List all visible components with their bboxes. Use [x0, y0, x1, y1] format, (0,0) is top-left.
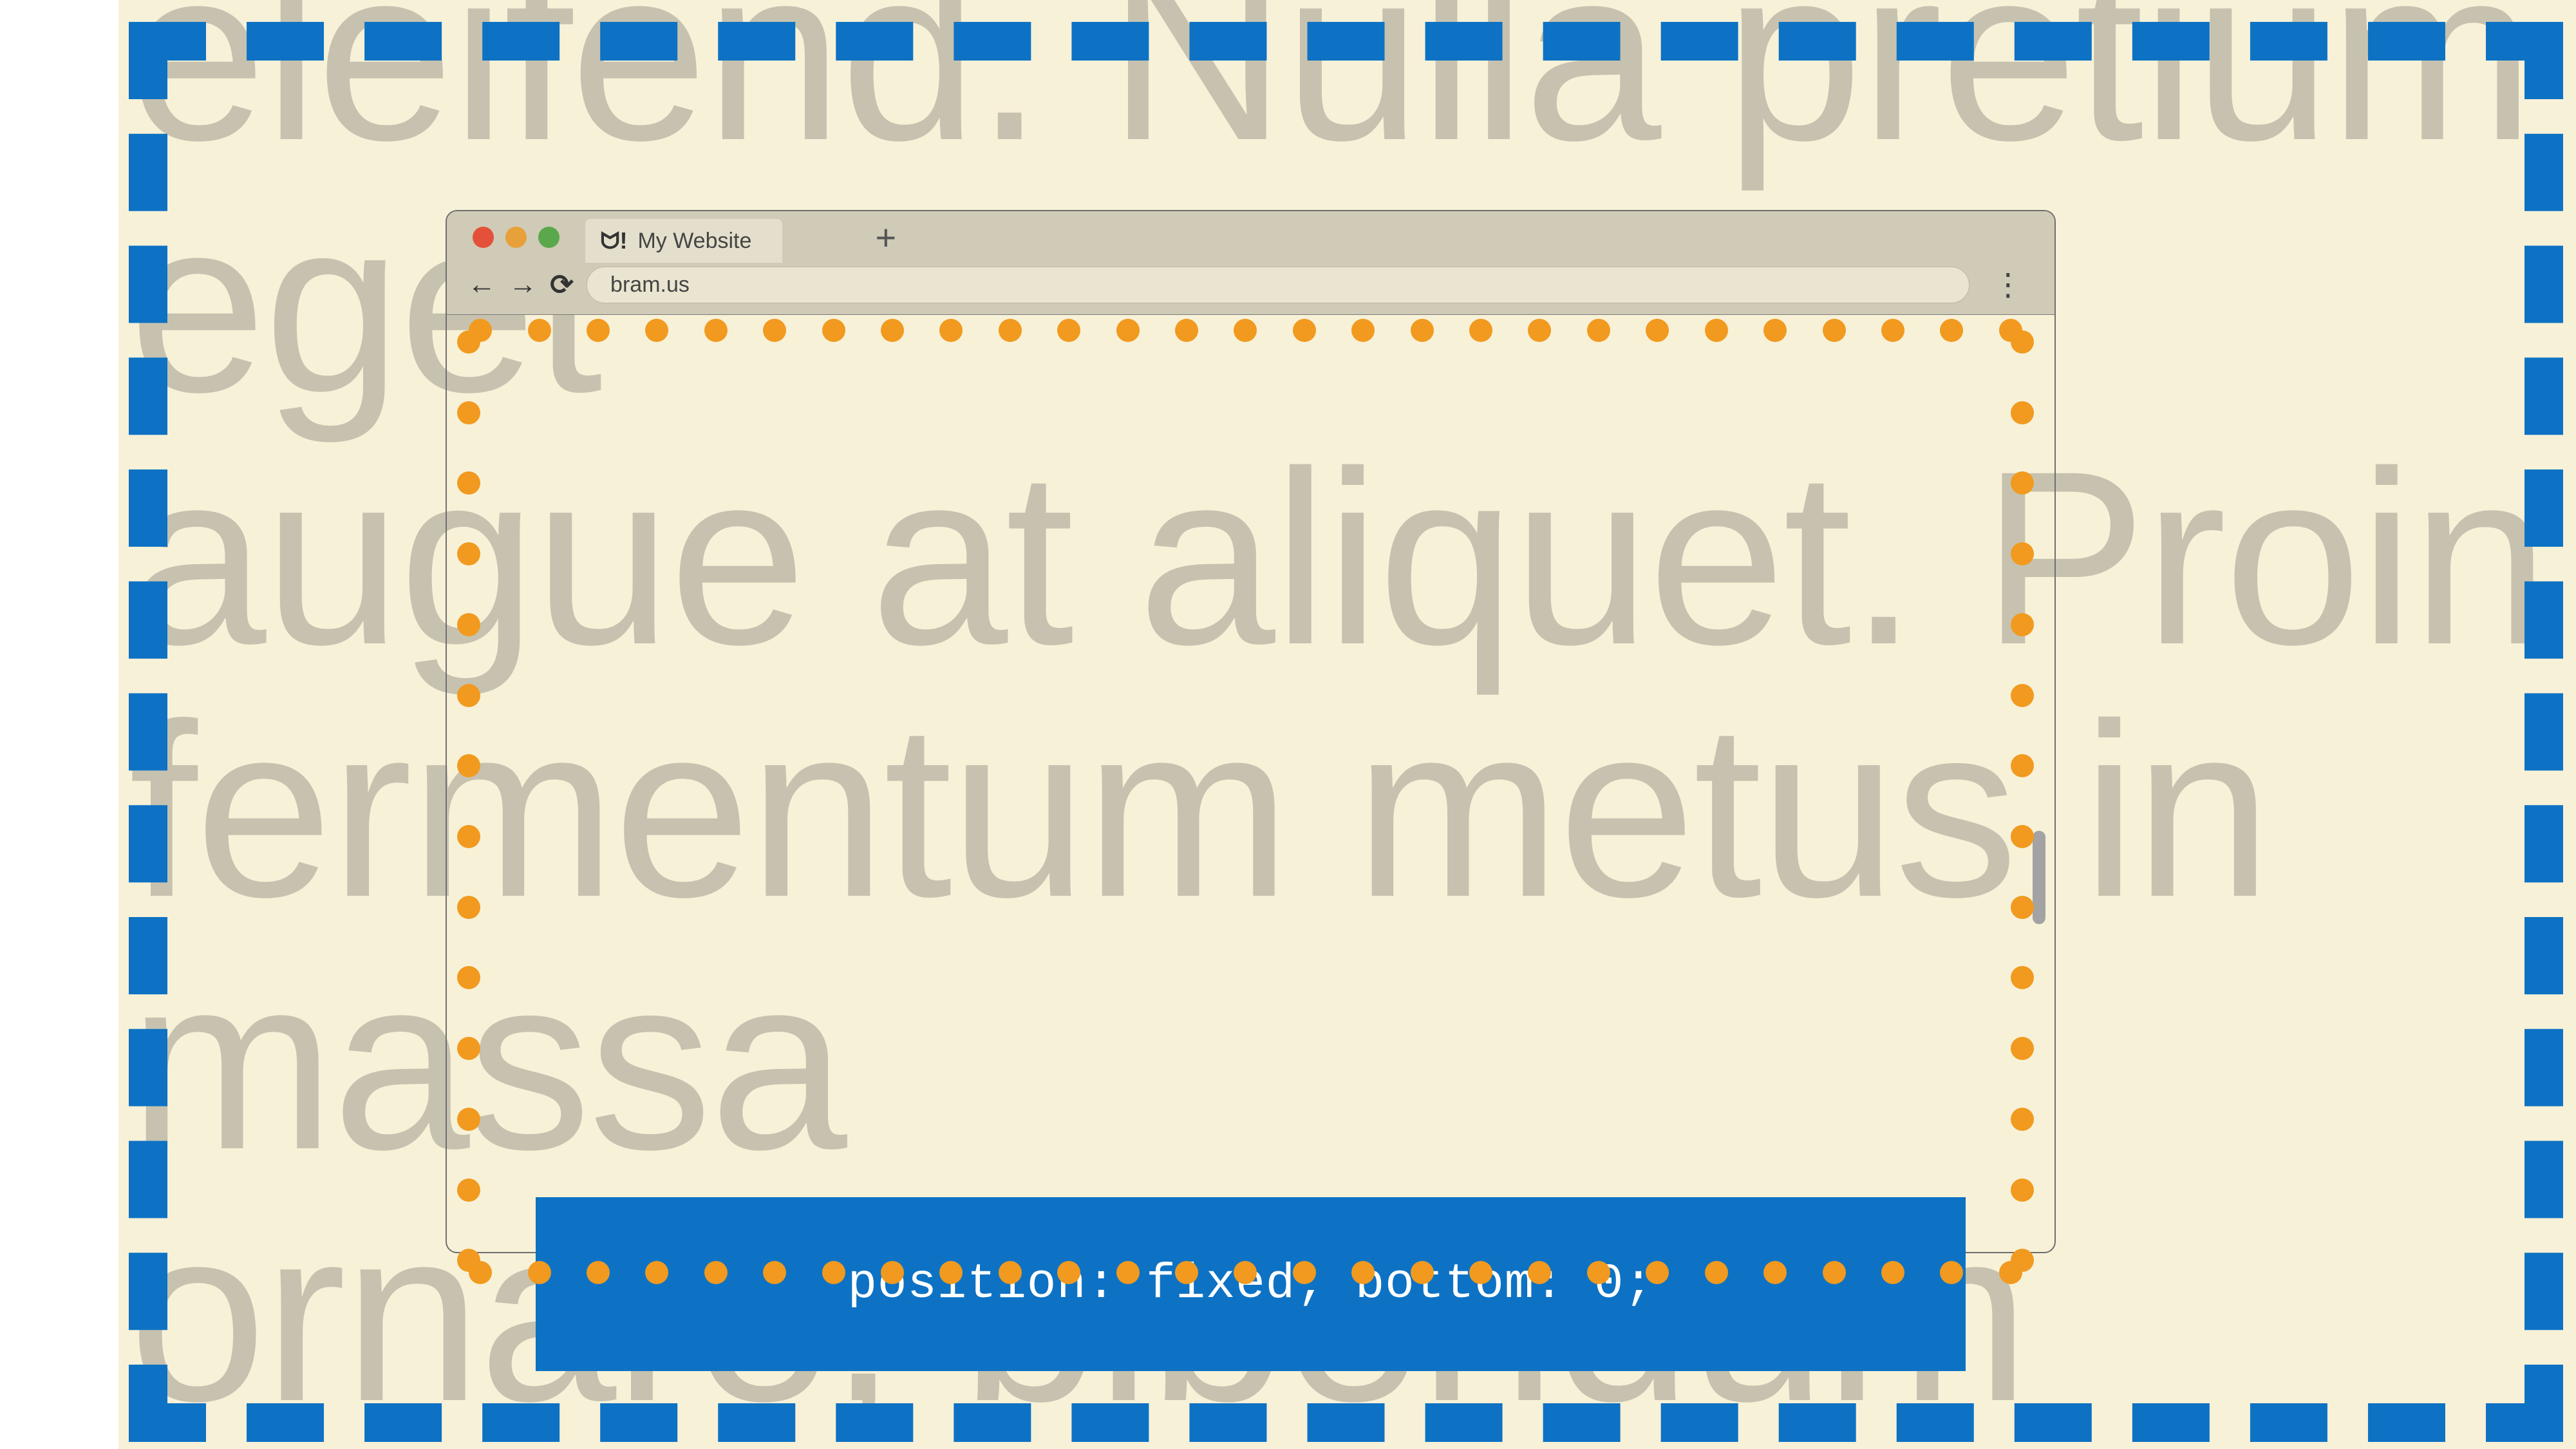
browser-viewport — [447, 315, 2054, 1252]
browser-menu-icon[interactable]: ⋮ — [1982, 267, 2034, 303]
tab-title: My Website — [637, 229, 751, 254]
browser-tab-bar: ᗢ! My Website + — [447, 211, 2054, 263]
nav-reload-icon[interactable]: ⟳ — [550, 269, 574, 301]
tab-favicon-icon: ᗢ! — [601, 227, 628, 255]
new-tab-button[interactable]: + — [875, 216, 896, 258]
viewport-outline-dot — [1999, 1261, 2022, 1284]
nav-back-icon[interactable]: ← — [467, 269, 496, 301]
window-zoom-icon[interactable] — [538, 227, 559, 248]
browser-address-bar: ← → ⟳ bram.us ⋮ — [447, 263, 2054, 314]
viewport-outline-dot — [469, 1261, 492, 1284]
fixed-position-code-label: position: fixed; bottom: 0; — [848, 1256, 1654, 1312]
browser-tab[interactable]: ᗢ! My Website — [585, 219, 783, 263]
url-input[interactable]: bram.us — [587, 267, 1970, 303]
page-left-margin — [0, 0, 118, 1449]
window-close-icon[interactable] — [473, 227, 494, 248]
scrollbar-thumb[interactable] — [2033, 831, 2045, 924]
browser-chrome: ᗢ! My Website + ← → ⟳ bram.us ⋮ — [447, 211, 2054, 315]
mock-browser-window: ᗢ! My Website + ← → ⟳ bram.us ⋮ — [446, 210, 2056, 1253]
window-minimize-icon[interactable] — [505, 227, 527, 248]
fixed-position-element: position: fixed; bottom: 0; — [536, 1197, 1966, 1371]
window-traffic-lights — [473, 227, 559, 248]
nav-forward-icon[interactable]: → — [509, 269, 537, 301]
